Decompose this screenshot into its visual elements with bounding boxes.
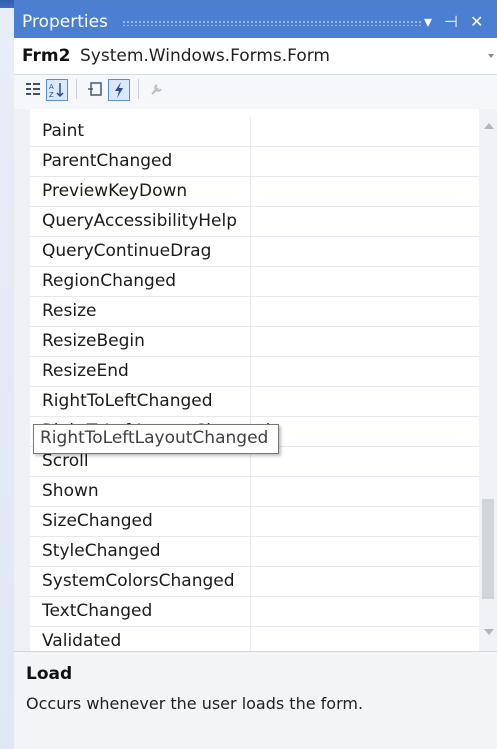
close-icon[interactable]: ✕ <box>470 12 483 31</box>
event-handler-value[interactable] <box>250 567 480 596</box>
svg-text:A: A <box>49 83 54 91</box>
panel-title: Properties <box>22 12 108 32</box>
property-pages-icon[interactable] <box>146 79 168 101</box>
event-name: Validated <box>42 631 122 651</box>
event-handler-value[interactable] <box>250 597 480 626</box>
description-pane: Load Occurs whenever the user loads the … <box>14 651 497 749</box>
event-handler-value[interactable] <box>250 117 480 146</box>
object-type: System.Windows.Forms.Form <box>80 46 330 66</box>
event-handler-value[interactable] <box>250 387 480 416</box>
event-row[interactable]: Resize <box>30 297 479 327</box>
vertical-scrollbar[interactable] <box>479 109 497 651</box>
categorized-icon[interactable] <box>22 79 44 101</box>
panel-titlebar[interactable]: Properties ▾ ⊣ ✕ <box>14 8 497 38</box>
event-name: ResizeEnd <box>42 361 129 381</box>
event-handler-value[interactable] <box>250 267 480 296</box>
object-selector[interactable]: Frm2 System.Windows.Forms.Form <box>14 38 497 75</box>
object-name: Frm2 <box>22 46 71 66</box>
event-name: Resize <box>42 301 97 321</box>
event-name: ResizeBegin <box>42 331 145 351</box>
event-handler-value[interactable] <box>250 417 480 446</box>
event-name: TextChanged <box>42 601 153 621</box>
event-row[interactable]: SizeChanged <box>30 507 479 537</box>
event-row[interactable]: ParentChanged <box>30 147 479 177</box>
pin-icon[interactable]: ⊣ <box>444 12 458 31</box>
event-handler-value[interactable] <box>250 477 480 506</box>
grid-gutter <box>14 109 30 651</box>
event-handler-value[interactable] <box>250 447 480 476</box>
event-row[interactable]: QueryContinueDrag <box>30 237 479 267</box>
event-handler-value[interactable] <box>250 297 480 326</box>
event-row[interactable]: Validated <box>30 627 479 651</box>
window-top-edge <box>0 0 497 8</box>
scroll-up-icon[interactable] <box>484 123 494 129</box>
svg-text:Z: Z <box>49 91 54 99</box>
events-grid: Paint ParentChanged PreviewKeyDown QueryAcc… <box>14 109 497 651</box>
event-handler-value[interactable] <box>250 207 480 236</box>
event-name: Scroll <box>42 451 89 471</box>
event-handler-value[interactable] <box>250 357 480 386</box>
event-name: QueryAccessibilityHelp <box>42 211 238 231</box>
event-handler-value[interactable] <box>250 537 480 566</box>
event-name: RegionChanged <box>42 271 177 291</box>
event-row[interactable]: Paint <box>30 117 479 147</box>
object-dropdown-icon[interactable] <box>488 54 494 58</box>
event-name: QueryContinueDrag <box>42 241 212 261</box>
description-heading: Load <box>26 664 73 684</box>
event-handler-value[interactable] <box>250 237 480 266</box>
left-edge-strip <box>0 0 14 749</box>
event-name: ParentChanged <box>42 151 173 171</box>
event-name: Paint <box>42 121 85 141</box>
titlebar-grip <box>122 20 422 26</box>
scroll-down-icon[interactable] <box>484 629 494 635</box>
event-name: PreviewKeyDown <box>42 181 188 201</box>
event-handler-value[interactable] <box>250 177 480 206</box>
properties-window: Properties ▾ ⊣ ✕ Frm2 System.Windows.For… <box>0 0 497 749</box>
event-row[interactable]: StyleChanged <box>30 537 479 567</box>
event-row[interactable]: RegionChanged <box>30 267 479 297</box>
event-row[interactable]: ResizeBegin <box>30 327 479 357</box>
description-text: Occurs whenever the user loads the form. <box>26 694 364 713</box>
alphabetical-icon[interactable]: AZ <box>46 79 68 101</box>
event-row[interactable]: Shown <box>30 477 479 507</box>
event-name: SizeChanged <box>42 511 153 531</box>
event-row[interactable]: QueryAccessibilityHelp <box>30 207 479 237</box>
event-handler-value[interactable] <box>250 327 480 356</box>
events-icon[interactable] <box>108 79 130 101</box>
event-row[interactable]: ResizeEnd <box>30 357 479 387</box>
dropdown-arrow-icon[interactable]: ▾ <box>424 12 432 31</box>
event-row[interactable]: PreviewKeyDown <box>30 177 479 207</box>
properties-toolbar: AZ <box>14 75 497 109</box>
event-row[interactable]: RightToLeftChanged <box>30 387 479 417</box>
toolbar-separator <box>138 79 139 99</box>
event-row[interactable]: SystemColorsChanged <box>30 567 479 597</box>
event-name: StyleChanged <box>42 541 161 561</box>
event-name: SystemColorsChanged <box>42 571 235 591</box>
event-handler-value[interactable] <box>250 147 480 176</box>
event-row[interactable]: TextChanged <box>30 597 479 627</box>
properties-icon[interactable] <box>84 79 106 101</box>
scroll-thumb[interactable] <box>482 499 494 599</box>
event-handler-value[interactable] <box>250 507 480 536</box>
tooltip: RightToLeftLayoutChanged <box>33 424 279 454</box>
event-rows: Paint ParentChanged PreviewKeyDown QueryAcc… <box>30 117 479 651</box>
event-handler-value[interactable] <box>250 627 480 651</box>
toolbar-separator <box>76 79 77 99</box>
event-name: RightToLeftChanged <box>42 391 213 411</box>
event-name: Shown <box>42 481 99 501</box>
